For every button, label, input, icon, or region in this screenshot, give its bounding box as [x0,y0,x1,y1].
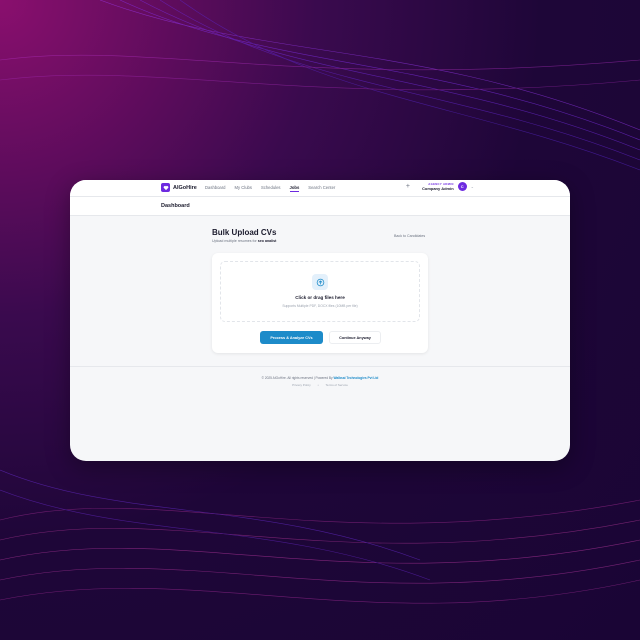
dropzone-title: Click or drag files here [295,295,345,300]
brand-name: AIGoHire [173,184,197,191]
back-to-candidates-link[interactable]: Back to Candidates [394,234,425,238]
dropzone-hint: Supports Multiple PDF, DOCX files (10MB … [282,304,358,308]
terms-of-service-link[interactable]: Terms of Service [326,383,348,387]
nav-links: Dashboard My Clubs Schedules Jobs Search… [205,185,335,192]
subheader-title: Dashboard [161,203,190,209]
privacy-policy-link[interactable]: Privacy Policy [292,383,311,387]
heart-icon [161,183,170,192]
main-content: Bulk Upload CVs Upload multiple resumes … [70,216,570,353]
nav-link-jobs[interactable]: Jobs [289,185,300,192]
subheader: Dashboard [70,197,570,216]
nav-right: + AGENCY ADMIN Company Admin C ⌄ [406,182,474,191]
nav-link-search-center[interactable]: Search Center [308,185,335,192]
footer-copy-text: © 2025 AIGoHire. All rights reserved | P… [261,376,333,380]
top-navbar: AIGoHire Dashboard My Clubs Schedules Jo… [70,180,570,197]
footer-divider [70,366,570,367]
upload-card: Click or drag files here Supports Multip… [212,253,428,353]
app-window: AIGoHire Dashboard My Clubs Schedules Jo… [70,180,570,461]
footer-company-link[interactable]: Walbsai Technologies Pvt Ltd [334,376,379,380]
nav-link-dashboard[interactable]: Dashboard [205,185,226,192]
page-title: Bulk Upload CVs [212,228,277,237]
user-info[interactable]: AGENCY ADMIN Company Admin [422,182,454,191]
file-dropzone[interactable]: Click or drag files here Supports Multip… [220,261,420,322]
process-analyze-button[interactable]: Process & Analyze CVs [260,331,323,344]
continue-anyway-button[interactable]: Continue Anyway [329,331,381,344]
brand[interactable]: AIGoHire [161,183,197,192]
avatar[interactable]: C [457,182,467,191]
user-name: Company Admin [422,186,454,191]
footer-separator: • [317,383,319,387]
subtitle-role: seo analist [257,239,277,243]
nav-link-my-clubs[interactable]: My Clubs [235,185,252,192]
footer-copyright: © 2025 AIGoHire. All rights reserved | P… [70,376,570,380]
chevron-down-icon[interactable]: ⌄ [471,184,474,189]
plus-icon[interactable]: + [406,183,410,190]
page-subtitle: Upload multiple resumes for seo analist [212,239,276,243]
footer-links: Privacy Policy • Terms of Service [70,383,570,387]
nav-link-schedules[interactable]: Schedules [261,185,281,192]
upload-icon [312,274,328,290]
subtitle-prefix: Upload multiple resumes for [212,239,257,243]
